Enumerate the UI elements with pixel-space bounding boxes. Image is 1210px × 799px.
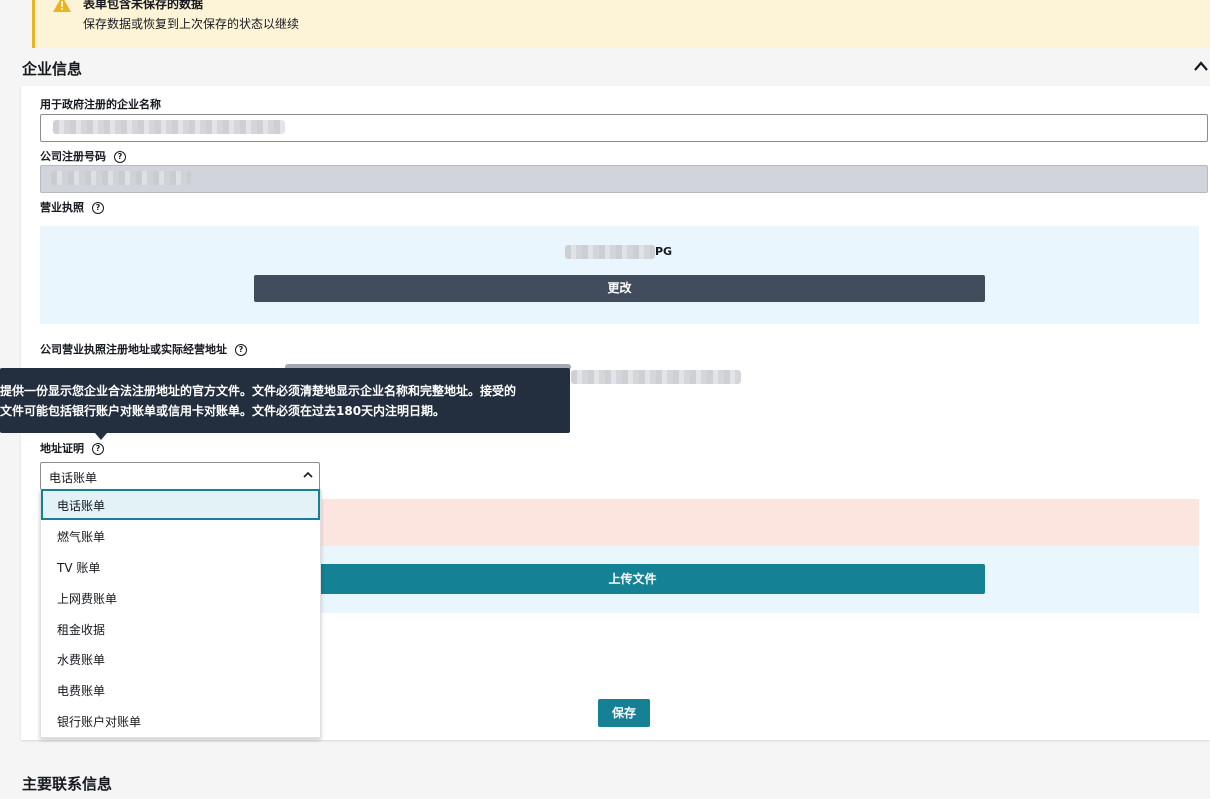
dropdown-option[interactable]: 租金收据 [41, 613, 320, 644]
company-name-input[interactable] [40, 114, 1208, 142]
select-value: 电话账单 [49, 471, 98, 485]
redacted-text [571, 370, 741, 384]
redacted-text [53, 120, 285, 134]
dropdown-option[interactable]: TV 账单 [41, 551, 320, 582]
section-title: 企业信息 [22, 60, 83, 78]
dropdown-option[interactable]: 银行账户对账单 [41, 705, 320, 736]
dropdown-option[interactable]: 电话账单 [41, 489, 320, 520]
license-file-suffix: PG [655, 245, 673, 258]
license-filename: PG [565, 245, 672, 259]
warning-icon [53, 0, 71, 12]
dropdown-option[interactable]: 上网费账单 [41, 582, 320, 613]
address-proof-tooltip: 提供一份显示您企业合法注册地址的官方文件。文件必须清楚地显示企业名称和完整地址。… [0, 368, 570, 440]
error-alert [310, 499, 1199, 546]
address-proof-dropdown: 电话账单 燃气账单 TV 账单 上网费账单 租金收据 水费账单 电费账单 银行账… [40, 489, 321, 738]
redacted-text [51, 171, 191, 185]
address-proof-select[interactable]: 电话账单 [40, 462, 320, 491]
unsaved-data-banner: 表单包含未保存的数据 保存数据或恢复到上次保存的状态以继续 [32, 0, 1210, 48]
chevron-up-icon [303, 471, 313, 478]
address-label-row: 公司营业执照注册地址或实际经营地址? [40, 341, 247, 357]
banner-title: 表单包含未保存的数据 [83, 0, 204, 11]
tooltip-line-2: 文件可能包括银行账户对账单或信用卡对账单。文件必须在过去180天内注明日期。 [0, 404, 446, 418]
help-icon[interactable]: ? [92, 443, 104, 455]
license-label: 营业执照 [40, 201, 84, 214]
address-label: 公司营业执照注册地址或实际经营地址 [40, 343, 227, 356]
redacted-text [565, 245, 655, 259]
banner-subtitle: 保存数据或恢复到上次保存的状态以继续 [83, 17, 300, 31]
collapse-chevron-icon[interactable] [1193, 60, 1209, 72]
company-name-label: 用于政府注册的企业名称 [40, 98, 161, 111]
dropdown-option[interactable]: 燃气账单 [41, 520, 320, 551]
save-button[interactable]: 保存 [598, 699, 650, 727]
reg-number-input [40, 165, 1208, 193]
help-icon[interactable]: ? [235, 344, 247, 356]
dropdown-option[interactable]: 电费账单 [41, 674, 320, 705]
address-proof-label: 地址证明 [40, 442, 84, 455]
dropdown-option[interactable]: 水费账单 [41, 643, 320, 674]
tooltip-line-1: 提供一份显示您企业合法注册地址的官方文件。文件必须清楚地显示企业名称和完整地址。… [0, 384, 517, 398]
change-license-button[interactable]: 更改 [254, 275, 985, 302]
address-proof-label-row: 地址证明? [40, 440, 104, 456]
license-label-row: 营业执照? [40, 199, 104, 215]
next-section-title: 主要联系信息 [22, 775, 113, 793]
reg-number-label-row: 公司注册号码? [40, 148, 126, 164]
tooltip-arrow [95, 433, 107, 440]
upload-file-button[interactable]: 上传文件 [280, 564, 985, 594]
reg-number-label: 公司注册号码 [40, 150, 106, 163]
help-icon[interactable]: ? [92, 202, 104, 214]
tooltip-text: 提供一份显示您企业合法注册地址的官方文件。文件必须清楚地显示企业名称和完整地址。… [0, 381, 562, 421]
help-icon[interactable]: ? [114, 151, 126, 163]
